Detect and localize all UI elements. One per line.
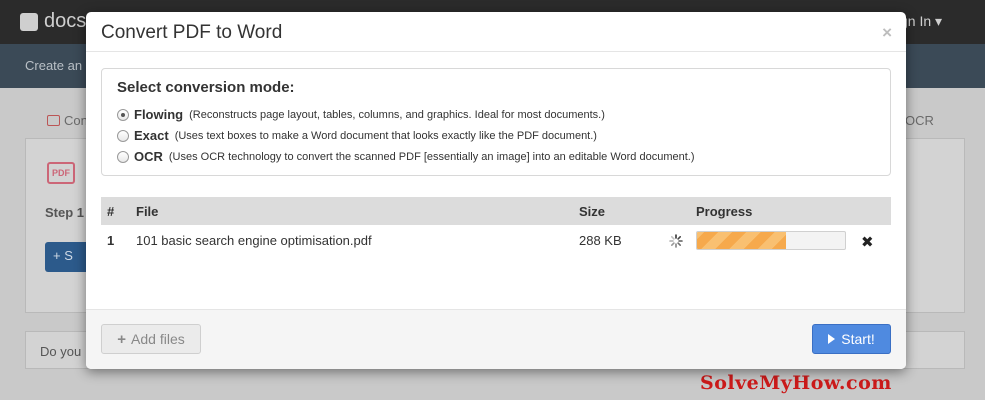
progress-fill: [697, 232, 786, 249]
mode-name: Exact: [134, 128, 169, 143]
mode-description: (Uses OCR technology to convert the scan…: [168, 150, 695, 163]
start-label: Start!: [841, 331, 875, 347]
mode-option-flowing[interactable]: Flowing (Reconstructs page layout, table…: [117, 107, 605, 122]
tab-convert[interactable]: Con: [47, 113, 88, 128]
play-icon: [828, 334, 836, 344]
pdf-icon: PDF: [47, 162, 75, 184]
dialog-header: Convert PDF to Word ×: [86, 12, 906, 52]
sub-navbar-text: Create an: [25, 58, 83, 73]
loading-spinner-icon: [669, 234, 683, 248]
file-table: # File Size Progress 1 101 basic search …: [101, 197, 891, 255]
header-file: File: [136, 204, 159, 219]
step-label: Step 1: [45, 205, 85, 220]
start-button[interactable]: Start!: [812, 324, 891, 354]
convert-dialog: Convert PDF to Word × Select conversion …: [86, 12, 906, 369]
progress-bar: [696, 231, 846, 250]
add-files-button[interactable]: + Add files: [101, 324, 201, 354]
dialog-footer: + Add files Start!: [86, 309, 906, 369]
flowing-radio[interactable]: [117, 108, 129, 121]
sign-in-link[interactable]: gn In ▾: [900, 13, 942, 30]
file-size: 288 KB: [579, 233, 622, 248]
mode-option-ocr[interactable]: OCR (Uses OCR technology to convert the …: [117, 149, 695, 164]
tab-ocr[interactable]: OCR: [905, 113, 934, 128]
add-files-label: Add files: [131, 331, 185, 347]
site-logo[interactable]: docs: [20, 10, 86, 33]
dialog-title: Convert PDF to Word: [101, 22, 283, 43]
conversion-mode-panel: Select conversion mode: Flowing (Reconst…: [101, 68, 891, 176]
row-num: 1: [107, 233, 115, 248]
header-num: #: [107, 204, 115, 219]
mode-name: Flowing: [134, 107, 184, 122]
ocr-radio[interactable]: [117, 150, 129, 163]
mode-name: OCR: [134, 149, 163, 164]
close-icon[interactable]: ×: [882, 23, 892, 43]
pdf-icon: [47, 115, 60, 126]
mode-description: (Reconstructs page layout, tables, colum…: [189, 108, 605, 121]
table-header: # File Size Progress: [101, 197, 891, 225]
plus-icon: +: [117, 330, 127, 348]
table-row: 1 101 basic search engine optimisation.p…: [101, 225, 891, 255]
watermark: SolveMyHow.com: [700, 372, 892, 394]
mode-option-exact[interactable]: Exact (Uses text boxes to make a Word do…: [117, 128, 597, 143]
header-size: Size: [579, 204, 606, 219]
remove-file-icon[interactable]: ✖: [861, 233, 874, 251]
logo-icon: [20, 12, 38, 31]
file-name: 101 basic search engine optimisation.pdf: [136, 233, 372, 248]
mode-heading: Select conversion mode:: [117, 79, 295, 96]
header-progress: Progress: [696, 204, 753, 219]
mode-description: (Uses text boxes to make a Word document…: [174, 129, 597, 142]
exact-radio[interactable]: [117, 129, 129, 142]
